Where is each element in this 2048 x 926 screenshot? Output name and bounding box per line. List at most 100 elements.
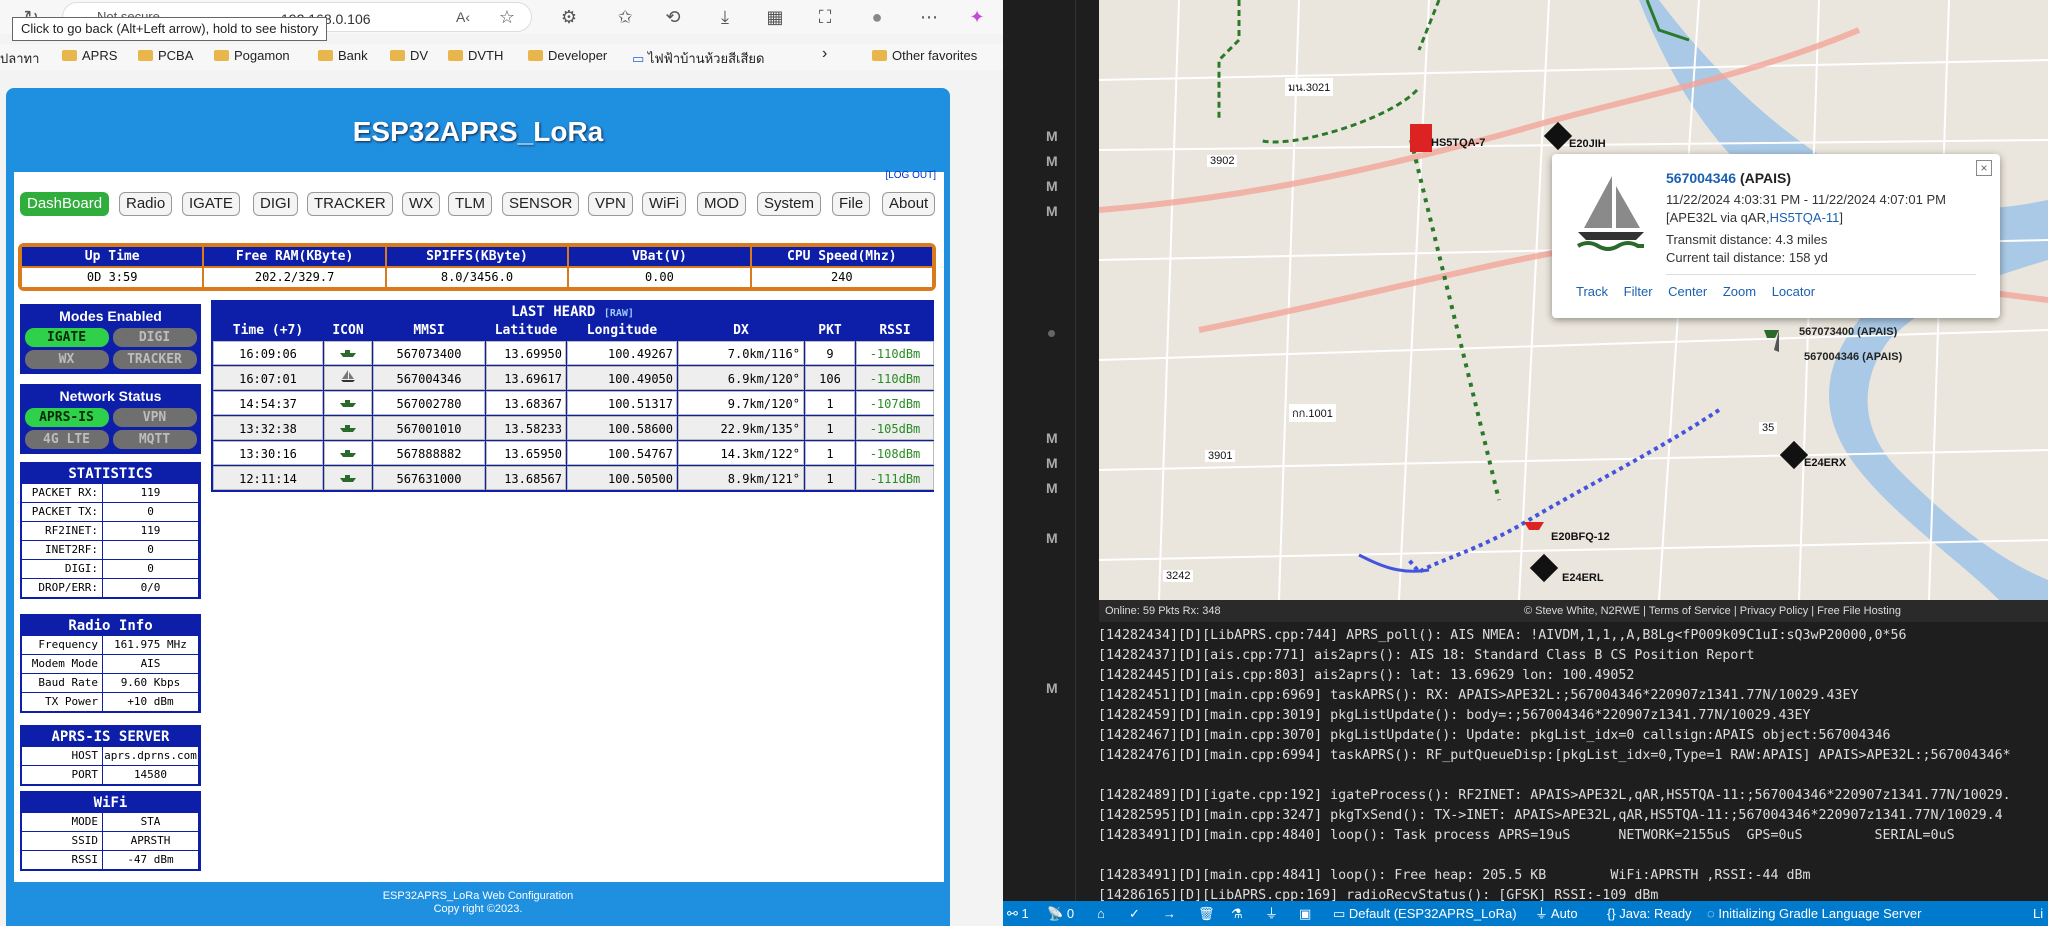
locator-link[interactable]: Locator: [1772, 284, 1815, 299]
home-icon[interactable]: ⌂: [1097, 901, 1105, 926]
tab-system[interactable]: System: [757, 192, 822, 216]
env-label: Default (ESP32APRS_LoRa): [1348, 906, 1517, 921]
favorites-icon[interactable]: ✩: [612, 4, 638, 30]
info-key: PORT: [22, 766, 102, 784]
collections-icon[interactable]: ▦: [762, 4, 788, 30]
popup-via-link[interactable]: HS5TQA-11: [1770, 210, 1840, 225]
panel-title: LAST HEARD [RAW]: [213, 302, 932, 322]
folder-icon: [62, 50, 77, 61]
bookmark-dv[interactable]: DV: [390, 48, 428, 63]
bookmark-pogamon[interactable]: Pogamon: [214, 48, 290, 63]
ram-value: 202.2/329.7: [204, 268, 385, 287]
tab-about[interactable]: About: [882, 192, 936, 216]
folder-icon: [448, 50, 463, 61]
history-icon[interactable]: ⟲: [660, 4, 686, 30]
auto-selector[interactable]: ⏚ Auto: [1535, 901, 1578, 926]
ram-header: Free RAM(KByte): [204, 247, 385, 266]
net-aprs-is: APRS-IS: [24, 408, 109, 427]
profile-avatar-icon[interactable]: ●: [864, 4, 890, 30]
bookmark-label: ไฟฟ้าบ้านห้วยสีเสียด: [647, 51, 765, 66]
radio-info-panel: Radio Info Frequency 161.975 MHz Modem Mod…: [20, 614, 201, 713]
map-credits[interactable]: © Steve White, N2RWE | Terms of Service …: [1524, 600, 1901, 622]
gutter-marker: M: [1046, 178, 1058, 194]
tab-wifi[interactable]: WiFi: [642, 192, 686, 216]
java-status[interactable]: {} Java: Ready: [1607, 901, 1692, 926]
copilot-icon[interactable]: ✦: [964, 4, 990, 30]
ship-icon: [324, 391, 372, 415]
flask-icon[interactable]: ⚗: [1231, 901, 1243, 926]
info-key: Baud Rate: [22, 674, 102, 692]
table-cell: -108dBm: [856, 441, 934, 465]
tab-dashboard[interactable]: DashBoard: [20, 192, 110, 216]
tab-radio[interactable]: Radio: [119, 192, 173, 216]
trash-icon[interactable]: 🗑: [1198, 901, 1215, 926]
bookmark-bank[interactable]: Bank: [318, 48, 368, 63]
auto-label: Auto: [1550, 906, 1578, 921]
filter-link[interactable]: Filter: [1624, 284, 1653, 299]
map-label: HS5TQA-7: [1431, 137, 1486, 149]
favorite-star-icon[interactable]: ☆: [494, 4, 520, 30]
bookmark-item[interactable]: ปลาทา: [0, 48, 39, 69]
tab-file[interactable]: File: [832, 192, 871, 216]
logout-link[interactable]: [LOG OUT]: [885, 170, 936, 181]
table-cell: 13.65950: [486, 441, 566, 465]
tab-wx[interactable]: WX: [402, 192, 441, 216]
serial-terminal[interactable]: [14282434][D][LibAPRS.cpp:744] APRS_poll…: [1096, 622, 2048, 906]
bookmark-developer[interactable]: Developer: [528, 48, 607, 63]
terminal-icon[interactable]: ▣: [1299, 901, 1311, 926]
bookmark-electric[interactable]: ▭ ไฟฟ้าบ้านห้วยสีเสียด: [632, 48, 764, 69]
folder-icon: [872, 50, 887, 61]
table-cell: 13.69617: [486, 366, 566, 390]
bookmark-label: Pogamon: [234, 48, 290, 63]
radio-count[interactable]: 📡 0: [1047, 901, 1074, 926]
extensions-icon[interactable]: ⚙: [556, 4, 582, 30]
screenshot-icon[interactable]: ⛶: [812, 4, 838, 30]
tab-tlm[interactable]: TLM: [448, 192, 492, 216]
vehicle-icon[interactable]: [1410, 124, 1432, 152]
table-cell: 567004346: [373, 366, 485, 390]
popup-mmsi-link[interactable]: 567004346: [1666, 170, 1736, 186]
arrow-right-icon[interactable]: →: [1163, 901, 1176, 926]
read-aloud-icon[interactable]: A‹: [450, 4, 476, 30]
table-cell: 8.9km/121°: [678, 466, 804, 490]
raw-link[interactable]: [RAW]: [604, 308, 634, 319]
tab-sensor[interactable]: SENSOR: [502, 192, 580, 216]
track-link[interactable]: Track: [1576, 284, 1608, 299]
tab-igate[interactable]: IGATE: [182, 192, 240, 216]
table-cell: 6.9km/120°: [678, 366, 804, 390]
table-cell: 100.49050: [567, 366, 677, 390]
table-cell: 1: [805, 416, 855, 440]
java-label: Java: Ready: [1619, 906, 1692, 921]
system-summary: Up Time Free RAM(KByte) SPIFFS(KByte) VB…: [18, 243, 936, 291]
plug-icon[interactable]: ⏚: [1265, 901, 1278, 926]
gradle-status[interactable]: ◌ Initializing Gradle Language Server: [1707, 901, 1921, 926]
download-icon[interactable]: ⤓: [712, 4, 738, 30]
tab-tracker[interactable]: TRACKER: [307, 192, 393, 216]
check-icon[interactable]: ✓: [1129, 901, 1140, 926]
tab-mod[interactable]: MOD: [697, 192, 746, 216]
bookmark-dvth[interactable]: DVTH: [448, 48, 503, 63]
chevron-right-icon[interactable]: ›: [822, 45, 827, 63]
wifi-panel: WiFi MODE STA SSID APRSTH RSSI -47 dBm: [20, 791, 201, 871]
env-selector[interactable]: ▭ Default (ESP32APRS_LoRa): [1333, 901, 1517, 926]
mode-tracker: TRACKER: [112, 350, 197, 369]
info-key: Modem Mode: [22, 655, 102, 673]
remote-ports[interactable]: ⚯ 1: [1007, 901, 1029, 926]
table-cell: 567631000: [373, 466, 485, 490]
gutter-marker: M: [1046, 680, 1058, 696]
table-cell: 1: [805, 391, 855, 415]
bookmark-other[interactable]: Other favorites: [872, 48, 977, 63]
popup-type: (APAIS): [1739, 170, 1792, 186]
tab-digi[interactable]: DIGI: [253, 192, 298, 216]
tab-vpn[interactable]: VPN: [588, 192, 633, 216]
close-icon[interactable]: ×: [1976, 160, 1992, 176]
popup-links: Track Filter Center Zoom Locator: [1576, 284, 1827, 299]
more-menu-icon[interactable]: ⋯: [916, 4, 942, 30]
bookmark-pcba[interactable]: PCBA: [138, 48, 193, 63]
zoom-link[interactable]: Zoom: [1723, 284, 1756, 299]
table-cell: 14.3km/122°: [678, 441, 804, 465]
center-link[interactable]: Center: [1668, 284, 1707, 299]
bookmark-aprs[interactable]: APRS: [62, 48, 117, 63]
info-key: Frequency: [22, 636, 102, 654]
terminal-line: [14282445][D][ais.cpp:803] ais2aprs(): l…: [1098, 668, 1635, 683]
